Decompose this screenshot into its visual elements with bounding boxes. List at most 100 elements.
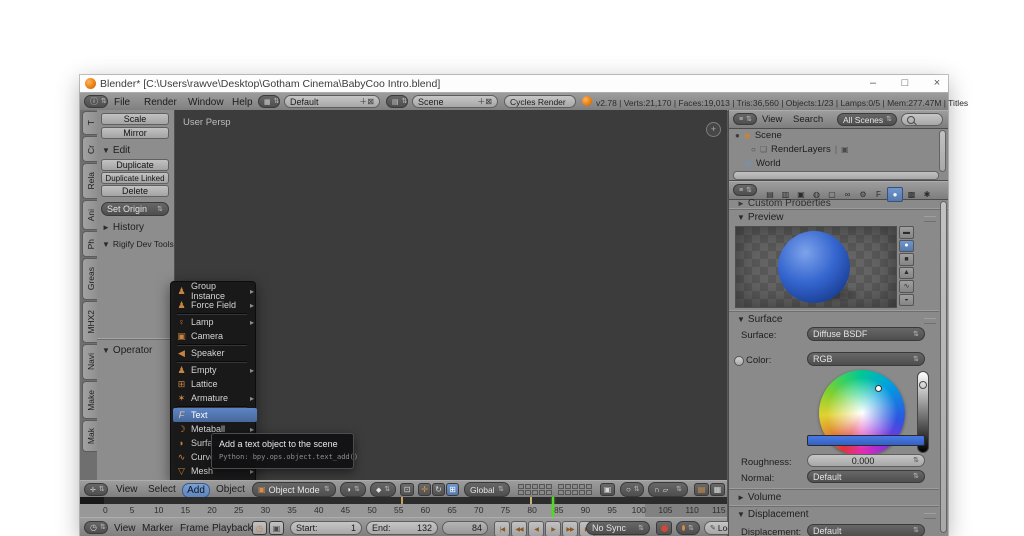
displacement-dropdown[interactable]: Default bbox=[807, 524, 925, 536]
panel-drag-dots[interactable] bbox=[924, 318, 936, 324]
normal-dropdown[interactable]: Default bbox=[807, 470, 925, 483]
menu-window[interactable]: Window bbox=[188, 97, 224, 108]
panel-drag-dots[interactable] bbox=[924, 216, 936, 222]
maximize-button[interactable]: □ bbox=[892, 76, 918, 91]
timeline-ruler-area[interactable]: 0 5 10 15 20 25 30 35 40 45 50 55 60 65 70 75 80 85 90 95 10… bbox=[80, 497, 727, 517]
operator-section-header[interactable]: ▼ Operator bbox=[102, 345, 152, 356]
menu-playback[interactable]: Playback bbox=[212, 523, 253, 534]
render-opengl-button[interactable]: ▤ bbox=[694, 483, 709, 496]
preview-cube-icon[interactable]: ■ bbox=[899, 253, 914, 266]
preview-sphere-icon[interactable]: ● bbox=[899, 239, 914, 252]
current-color-swatch[interactable] bbox=[807, 435, 925, 446]
menu-item-armature[interactable]: ✶ Armature ▸ bbox=[173, 391, 257, 405]
mirror-button[interactable]: Mirror bbox=[101, 127, 169, 139]
shelf-tab[interactable]: T bbox=[82, 111, 98, 135]
surface-section-header[interactable]: ▼ Surface bbox=[737, 314, 782, 325]
menu-marker[interactable]: Marker bbox=[142, 523, 173, 534]
set-origin-dropdown[interactable]: Set Origin bbox=[101, 202, 169, 216]
menu-item-group-instance[interactable]: ♟ Group Instance ▸ bbox=[173, 281, 257, 301]
custom-properties-header[interactable]: ► Custom Properties bbox=[737, 198, 831, 206]
outliner-horizontal-scrollbar[interactable] bbox=[733, 171, 939, 180]
outliner-vertical-scrollbar[interactable] bbox=[939, 130, 946, 172]
displacement-section-header[interactable]: ▼ Displacement bbox=[737, 509, 809, 520]
surface-shader-dropdown[interactable]: Diffuse BSDF bbox=[807, 327, 925, 341]
panel-drag-dots[interactable] bbox=[924, 513, 936, 519]
edit-section-header[interactable]: ▼ Edit bbox=[102, 145, 130, 156]
sync-mode-dropdown[interactable]: No Sync bbox=[586, 521, 650, 535]
scene-name-field[interactable]: Scene ＋ ⊠ bbox=[412, 95, 498, 108]
color-socket-radio[interactable] bbox=[734, 356, 744, 366]
next-keyframe-button[interactable]: ▶▶ bbox=[562, 521, 578, 536]
preview-monkey-icon[interactable]: ▲ bbox=[899, 266, 914, 279]
proportional-edit-dropdown[interactable]: ○ bbox=[620, 482, 644, 497]
scene-icon-button[interactable]: ▤ bbox=[386, 95, 408, 108]
color-wheel-cursor[interactable] bbox=[875, 385, 882, 392]
add-scene-icon[interactable]: ＋ bbox=[477, 96, 485, 107]
properties-vertical-scrollbar[interactable] bbox=[940, 201, 947, 533]
pivot-align-toggle[interactable]: ⊡ bbox=[400, 483, 414, 496]
snap-dropdown[interactable]: ∩ ▱ bbox=[648, 482, 688, 497]
menu-search[interactable]: Search bbox=[793, 114, 823, 125]
expander-icon[interactable]: ● bbox=[735, 131, 740, 140]
particles-icon[interactable]: ✱ bbox=[920, 188, 934, 201]
lock-to-scene-toggle[interactable]: ▣ bbox=[600, 483, 615, 496]
delete-layout-icon[interactable]: ⊠ bbox=[367, 97, 374, 106]
frame-end-field[interactable]: End: 132 bbox=[366, 521, 438, 535]
shelf-tab[interactable]: MHX2 bbox=[82, 301, 98, 343]
history-section-header[interactable]: ► History bbox=[102, 222, 144, 233]
constraints-icon[interactable]: ∞ bbox=[841, 188, 855, 201]
delete-scene-icon[interactable]: ⊠ bbox=[485, 97, 492, 106]
editor-type-selector[interactable]: ◷ bbox=[84, 521, 108, 534]
use-preview-range-toggle[interactable]: ◷ bbox=[252, 521, 267, 535]
menu-item-lamp[interactable]: ♀ Lamp ▸ bbox=[173, 315, 257, 329]
prev-keyframe-button[interactable]: ◀◀ bbox=[511, 521, 527, 536]
roughness-slider[interactable]: 0.000 bbox=[807, 454, 925, 467]
preview-section-header[interactable]: ▼ Preview bbox=[737, 212, 784, 223]
menu-item-lattice[interactable]: ⊞ Lattice bbox=[173, 377, 257, 391]
close-button[interactable]: × bbox=[924, 76, 950, 91]
volume-section-header[interactable]: ► Volume bbox=[737, 492, 781, 503]
preview-flat-icon[interactable]: ▬ bbox=[899, 226, 914, 239]
lock-range-toggle[interactable]: ▣ bbox=[269, 521, 284, 535]
outliner-row-world[interactable]: ◍ World bbox=[745, 158, 781, 169]
outliner-row-renderlayers[interactable]: ○ ❏ RenderLayers | ▣ bbox=[751, 144, 849, 155]
editor-type-selector[interactable]: ✛ bbox=[84, 483, 108, 496]
scale-button[interactable]: Scale bbox=[101, 113, 169, 125]
keying-flyout-dropdown[interactable] bbox=[676, 521, 700, 535]
display-mode-dropdown[interactable]: All Scenes bbox=[837, 113, 897, 126]
preview-world-icon[interactable]: ◒ bbox=[899, 293, 914, 306]
menu-file[interactable]: File bbox=[114, 97, 130, 108]
duplicate-linked-button[interactable]: Duplicate Linked bbox=[101, 172, 169, 184]
render-opengl-anim-button[interactable]: ▦ bbox=[710, 483, 725, 496]
object-data-icon[interactable]: F bbox=[872, 188, 886, 201]
screen-layout-field[interactable]: Default ＋ ⊠ bbox=[284, 95, 380, 108]
preview-hair-icon[interactable]: ∿ bbox=[899, 280, 914, 293]
manipulator-scale-toggle[interactable]: ⊞ bbox=[446, 483, 459, 496]
menu-view[interactable]: View bbox=[114, 523, 136, 534]
editor-type-selector[interactable]: ≡ bbox=[733, 184, 757, 196]
shelf-tab[interactable]: Ph bbox=[82, 231, 98, 257]
collapse-region-plus-icon[interactable]: + bbox=[706, 122, 721, 137]
layers-grid-right[interactable] bbox=[558, 484, 592, 495]
render-engine-selector[interactable]: Cycles Render bbox=[504, 95, 576, 108]
viewport-shading-dropdown[interactable]: ◑ bbox=[340, 482, 366, 497]
camera-restrict-icon[interactable]: ▣ bbox=[841, 145, 849, 154]
menu-view[interactable]: View bbox=[116, 484, 138, 495]
menu-frame[interactable]: Frame bbox=[180, 523, 209, 534]
value-slider-cursor[interactable] bbox=[919, 381, 927, 389]
shelf-tab[interactable]: Ani bbox=[82, 200, 98, 230]
texture-icon[interactable]: ▩ bbox=[905, 188, 919, 201]
manipulator-rotate-toggle[interactable]: ↻ bbox=[432, 483, 445, 496]
outliner-search-field[interactable] bbox=[901, 113, 943, 126]
shelf-tab[interactable]: Cr bbox=[82, 136, 98, 162]
shelf-tab[interactable]: Navi bbox=[82, 344, 98, 380]
editor-type-selector[interactable]: ≡ bbox=[733, 113, 757, 125]
expander-icon[interactable]: ○ bbox=[751, 145, 756, 154]
shelf-tab[interactable]: Mak bbox=[82, 420, 98, 452]
menu-select[interactable]: Select bbox=[148, 484, 176, 495]
layers-grid-left[interactable] bbox=[518, 484, 552, 495]
duplicate-button[interactable]: Duplicate bbox=[101, 159, 169, 171]
color-input-dropdown[interactable]: RGB bbox=[807, 352, 925, 366]
menu-object[interactable]: Object bbox=[216, 484, 245, 495]
menu-help[interactable]: Help bbox=[232, 97, 253, 108]
